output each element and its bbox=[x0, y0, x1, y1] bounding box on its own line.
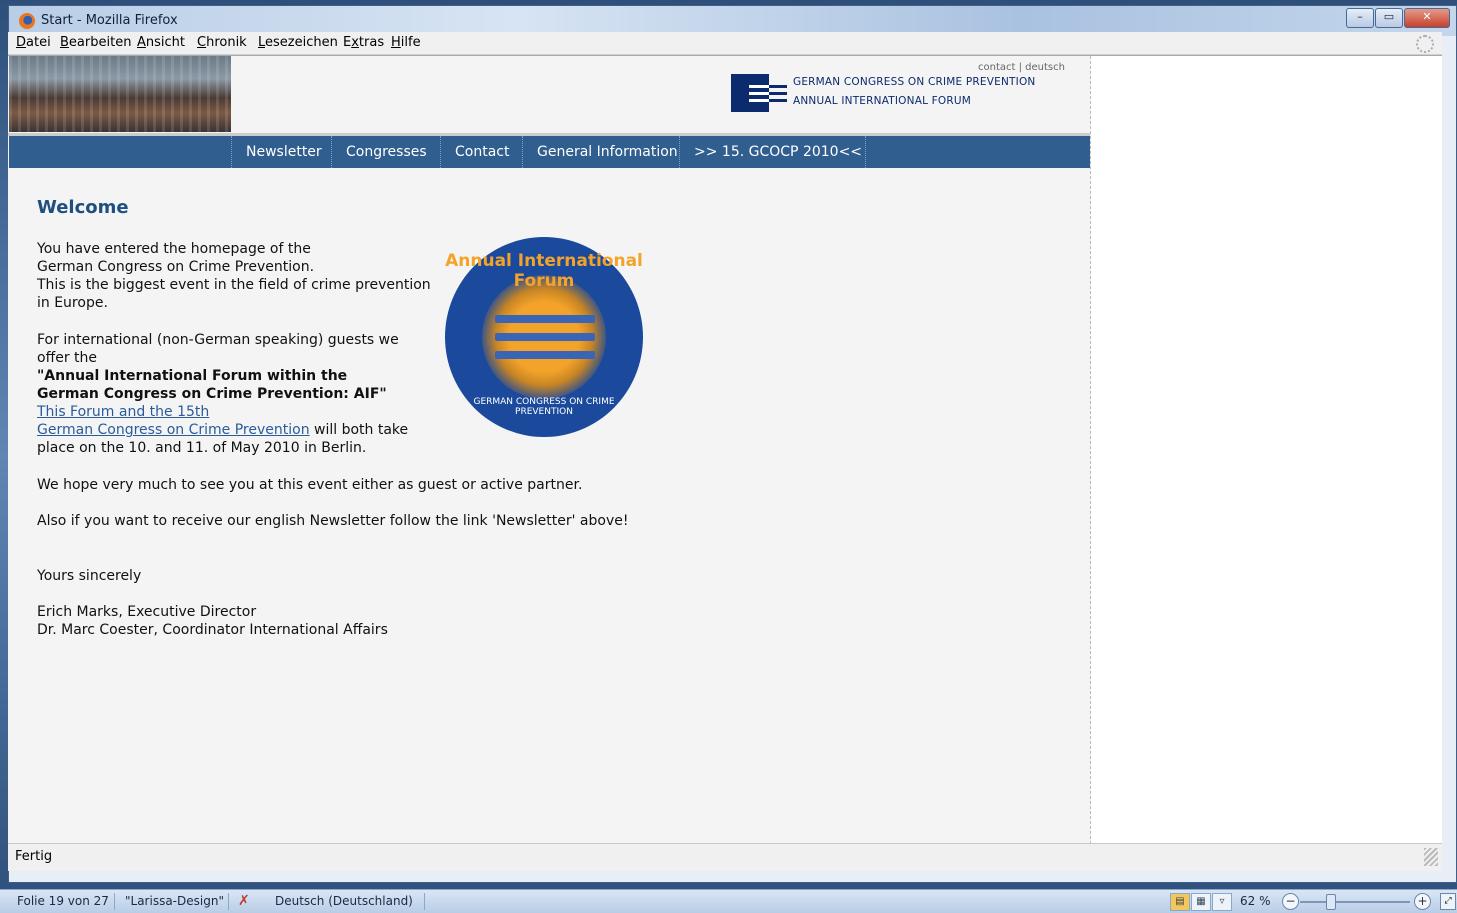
date-line: place on the 10. and 11. of May 2010 in … bbox=[37, 440, 367, 456]
browser-content: contact | deutsch GERMAN CONGRESS ON CRI… bbox=[8, 55, 1442, 844]
header-photo bbox=[9, 56, 231, 132]
menu-bearbeiten[interactable]: Bearbeiten bbox=[60, 35, 131, 50]
menu-datei-accel: D bbox=[16, 35, 27, 50]
separator bbox=[114, 893, 115, 910]
zoom-slider-track[interactable] bbox=[1300, 901, 1410, 903]
logo-line-outer bbox=[769, 85, 787, 88]
menu-hilfe-accel: H bbox=[391, 35, 401, 50]
signature-line1: Erich Marks, Executive Director bbox=[37, 604, 257, 620]
intro-line: This is the biggest event in the field o… bbox=[37, 277, 431, 293]
status-text: Fertig bbox=[15, 849, 53, 864]
seal-top-text: Annual International Forum bbox=[445, 251, 643, 291]
nav-bar: Newsletter Congresses Contact General In… bbox=[9, 136, 1090, 168]
menu-datei[interactable]: Datei bbox=[16, 35, 51, 50]
menu-ansicht-label: nsicht bbox=[145, 35, 186, 50]
top-links[interactable]: contact | deutsch bbox=[978, 62, 1065, 73]
menu-lesezeichen-accel: L bbox=[258, 35, 266, 50]
hope-text: We hope very much to see you at this eve… bbox=[37, 477, 583, 493]
nav-divider bbox=[865, 136, 866, 168]
resize-grip-icon[interactable] bbox=[1424, 848, 1438, 866]
seal-bar bbox=[495, 351, 595, 359]
menu-extras-pre: E bbox=[343, 35, 352, 50]
page-title: Welcome bbox=[37, 197, 129, 218]
logo-line-outer bbox=[769, 99, 787, 102]
forum-seal-logo: Annual International Forum GERMAN CONGRE… bbox=[445, 237, 643, 437]
zoom-slider-thumb[interactable] bbox=[1326, 894, 1336, 910]
logo-line bbox=[749, 85, 769, 88]
newsletter-hint: Also if you want to receive our english … bbox=[37, 513, 629, 529]
menu-hilfe[interactable]: Hilfe bbox=[391, 35, 421, 50]
menu-bar: Datei Bearbeiten Ansicht Chronik Lesezei… bbox=[8, 32, 1442, 55]
status-bar: Fertig bbox=[8, 843, 1442, 871]
menu-ansicht-accel: A bbox=[137, 35, 146, 50]
nav-newsletter[interactable]: Newsletter bbox=[231, 136, 336, 168]
slide-counter: Folie 19 von 27 bbox=[17, 894, 109, 908]
intro-line: German Congress on Crime Prevention. bbox=[37, 259, 315, 275]
design-name[interactable]: "Larissa-Design" bbox=[125, 894, 224, 908]
closing-text: Yours sincerely bbox=[37, 568, 142, 584]
nav-general-information[interactable]: General Information bbox=[522, 136, 692, 168]
organization-logo bbox=[731, 74, 787, 112]
window-title: Start - Mozilla Firefox bbox=[41, 13, 178, 28]
window-controls: – ▭ ✕ bbox=[1346, 8, 1450, 28]
menu-extras[interactable]: Extras bbox=[343, 35, 384, 50]
menu-bearbeiten-label: earbeiten bbox=[68, 35, 132, 50]
slide-sorter-icon[interactable]: ▦ bbox=[1191, 893, 1211, 911]
minimize-button[interactable]: – bbox=[1346, 8, 1374, 28]
menu-chronik-accel: C bbox=[197, 35, 207, 50]
menu-ansicht[interactable]: Ansicht bbox=[137, 35, 185, 50]
spell-check-icon[interactable]: ✗ bbox=[238, 893, 250, 909]
web-page: contact | deutsch GERMAN CONGRESS ON CRI… bbox=[8, 56, 1091, 844]
nav-congresses[interactable]: Congresses bbox=[331, 136, 441, 168]
menu-extras-accel: x bbox=[351, 35, 359, 50]
seal-bottom-text: GERMAN CONGRESS ON CRIME PREVENTION bbox=[473, 397, 615, 417]
slideshow-icon[interactable]: ▿ bbox=[1212, 893, 1232, 911]
maximize-button[interactable]: ▭ bbox=[1375, 8, 1403, 28]
menu-chronik[interactable]: Chronik bbox=[197, 35, 247, 50]
logo-line bbox=[749, 99, 769, 102]
throbber-icon bbox=[1416, 35, 1434, 53]
guests-line: offer the bbox=[37, 350, 98, 366]
nav-gcocp-2010[interactable]: >> 15. GCOCP 2010<< bbox=[679, 136, 876, 168]
menu-bearbeiten-accel: B bbox=[60, 35, 69, 50]
menu-lesezeichen-label: esezeichen bbox=[265, 35, 338, 50]
aif-title-line1: "Annual International Forum within the bbox=[37, 368, 348, 384]
menu-lesezeichen[interactable]: Lesezeichen bbox=[258, 35, 338, 50]
seal-bar bbox=[495, 315, 595, 323]
logo-line bbox=[749, 92, 769, 95]
separator bbox=[228, 893, 229, 910]
zoom-level[interactable]: 62 % bbox=[1240, 894, 1271, 908]
menu-datei-label: atei bbox=[26, 35, 51, 50]
zoom-in-button[interactable]: + bbox=[1414, 893, 1431, 910]
app-status-bar: Folie 19 von 27 "Larissa-Design" ✗ Deuts… bbox=[0, 889, 1457, 913]
language-indicator[interactable]: Deutsch (Deutschland) bbox=[275, 894, 413, 908]
forum-link[interactable]: This Forum and the 15th bbox=[37, 403, 209, 421]
intro-line: in Europe. bbox=[37, 295, 108, 311]
signature-line2: Dr. Marc Coester, Coordinator Internatio… bbox=[37, 622, 388, 638]
congress-link-line: German Congress on Crime Prevention will… bbox=[37, 421, 408, 439]
org-name-line1: GERMAN CONGRESS ON CRIME PREVENTION bbox=[793, 76, 1036, 88]
fit-to-window-icon[interactable]: ⤢ bbox=[1440, 893, 1456, 910]
nav-contact[interactable]: Contact bbox=[440, 136, 523, 168]
congress-link-suffix: will both take bbox=[309, 422, 409, 438]
org-name-line2: ANNUAL INTERNATIONAL FORUM bbox=[793, 95, 972, 107]
firefox-icon bbox=[19, 13, 35, 29]
aif-title-line2: German Congress on Crime Prevention: AIF… bbox=[37, 386, 387, 402]
separator bbox=[424, 893, 425, 910]
menu-extras-label: tras bbox=[358, 35, 385, 50]
menu-hilfe-label: ilfe bbox=[400, 35, 421, 50]
intro-line: You have entered the homepage of the bbox=[37, 241, 311, 257]
seal-bar bbox=[495, 333, 595, 341]
close-button[interactable]: ✕ bbox=[1404, 8, 1450, 28]
zoom-out-button[interactable]: − bbox=[1282, 893, 1299, 910]
logo-line-outer bbox=[769, 92, 787, 95]
congress-link[interactable]: German Congress on Crime Prevention bbox=[37, 422, 310, 438]
normal-view-icon[interactable]: ▤ bbox=[1170, 893, 1190, 911]
guests-line: For international (non-German speaking) … bbox=[37, 332, 399, 348]
menu-chronik-label: hronik bbox=[206, 35, 247, 50]
